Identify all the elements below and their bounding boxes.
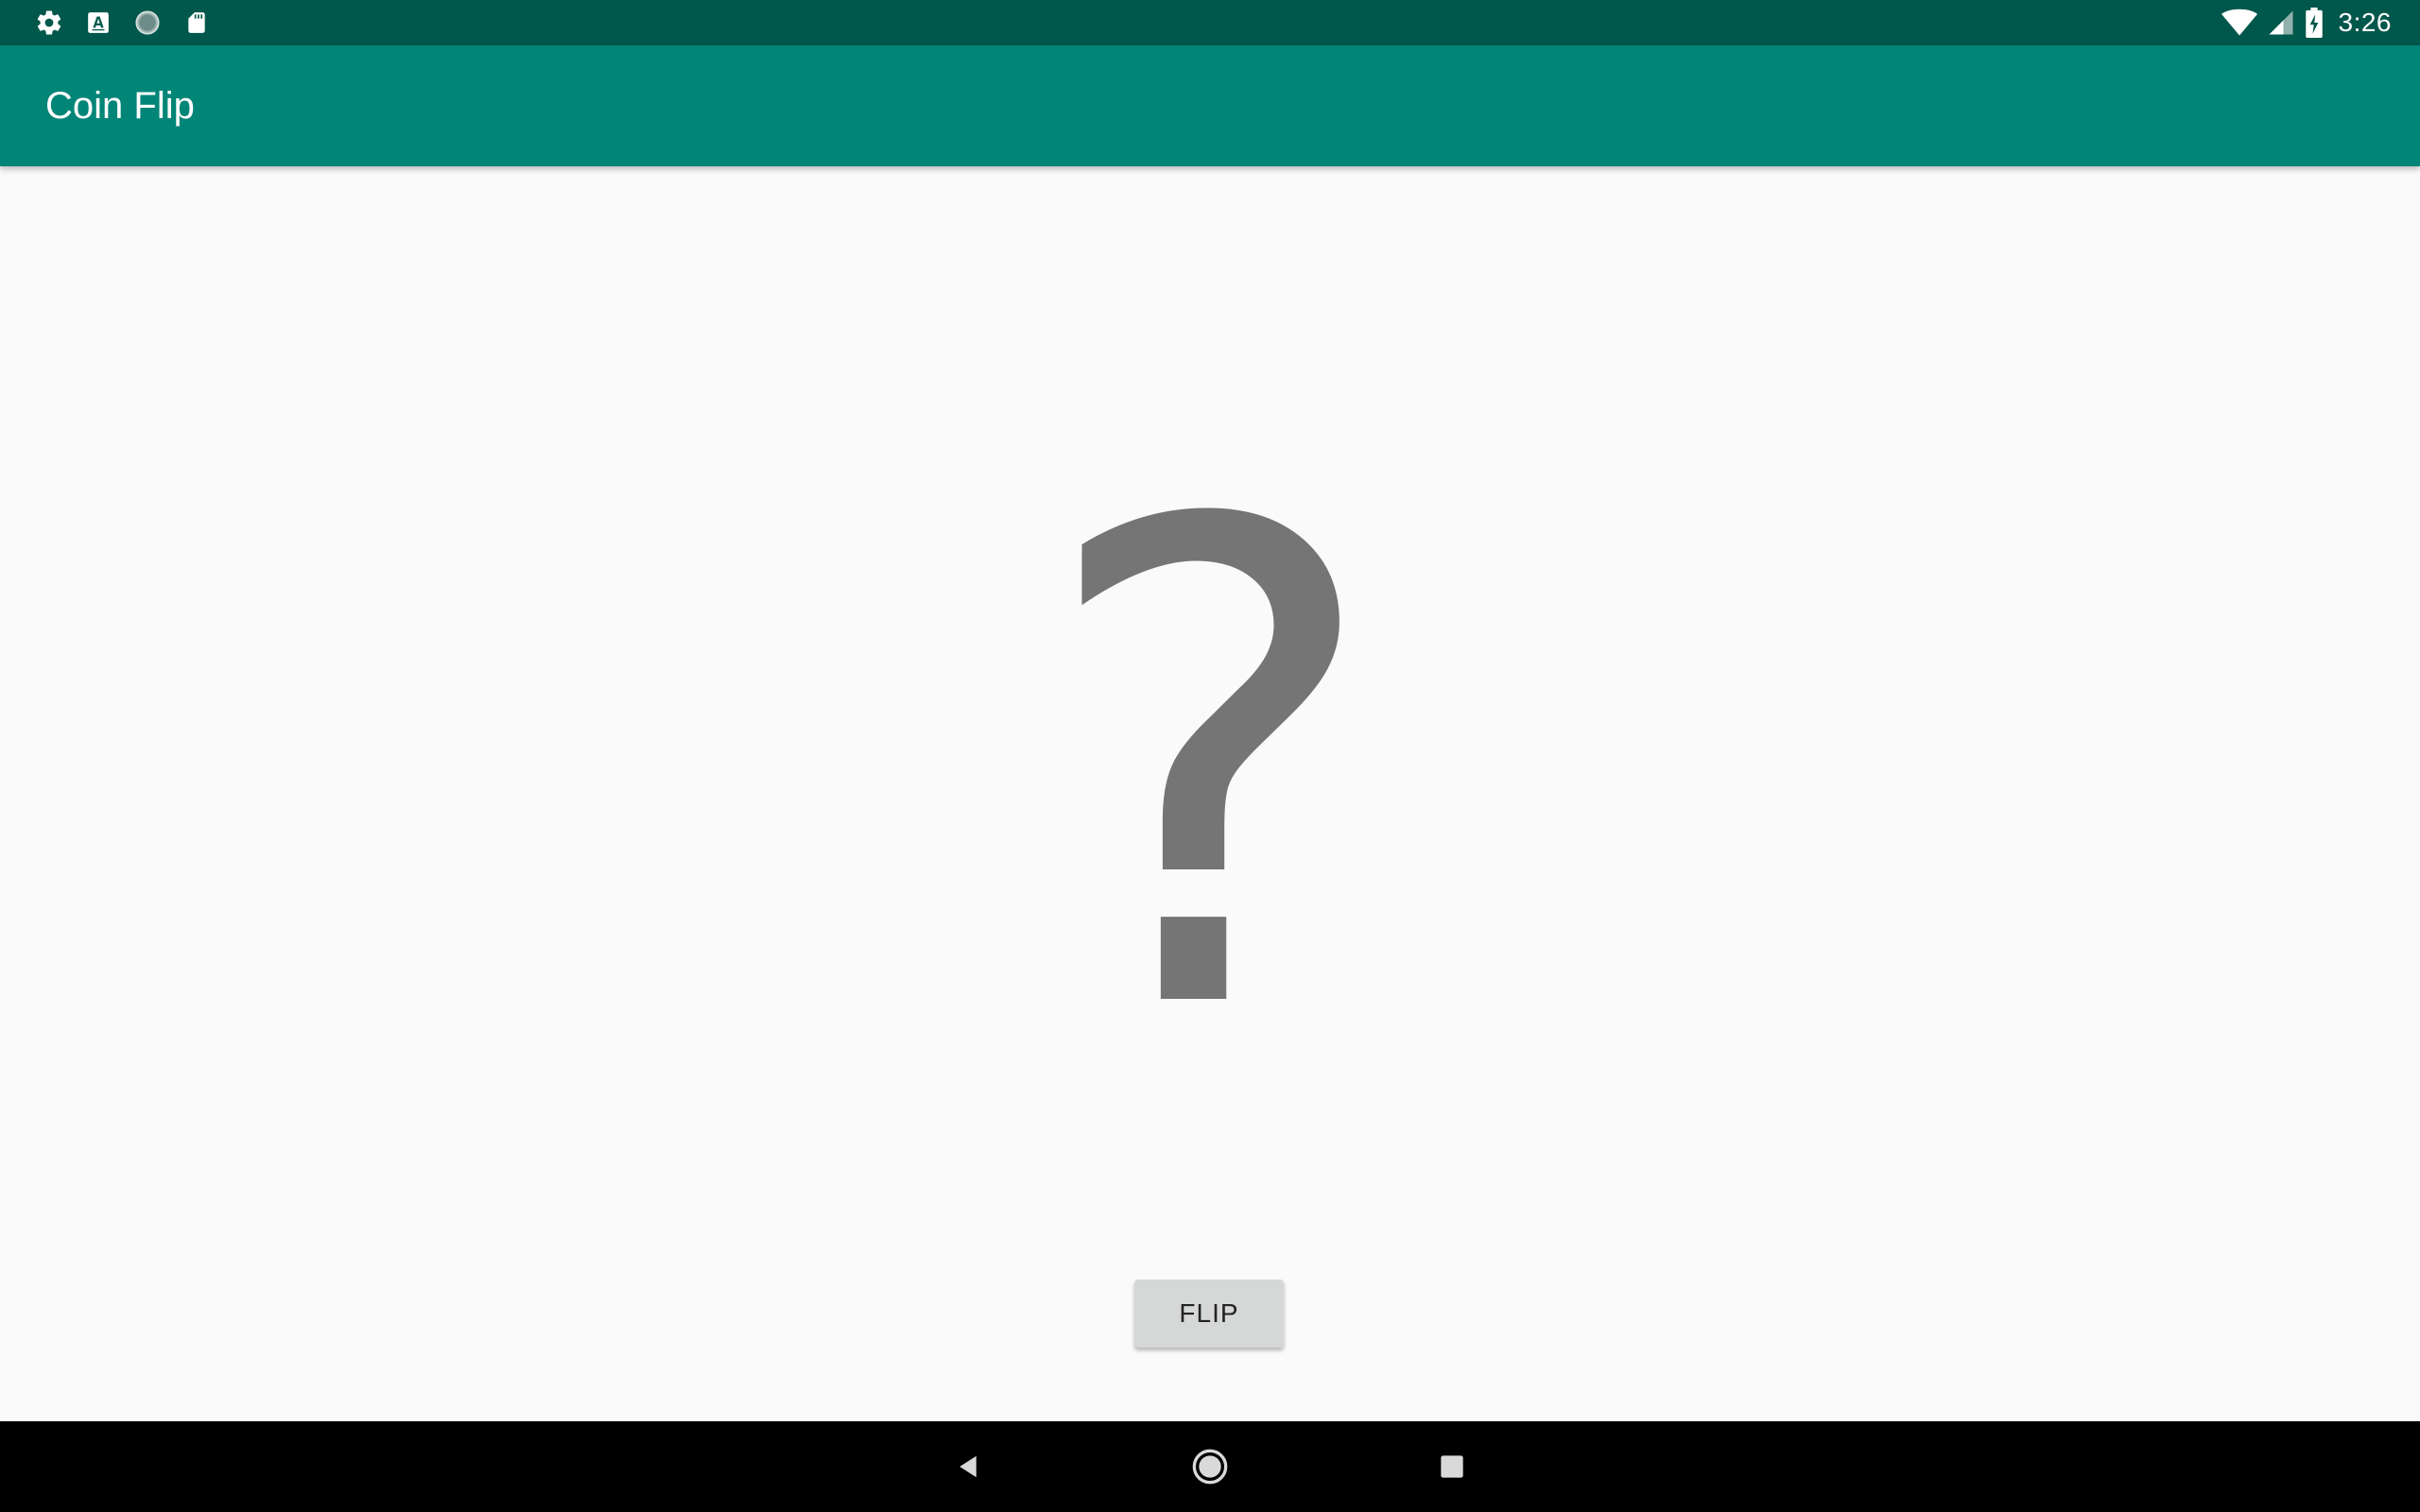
navigation-bar <box>0 1421 2420 1512</box>
home-icon[interactable] <box>1187 1444 1233 1489</box>
app-title: Coin Flip <box>45 85 195 127</box>
status-clock: 3:26 <box>2338 8 2392 37</box>
gear-icon <box>34 8 64 38</box>
status-bar: 3:26 <box>0 0 2420 45</box>
recents-icon[interactable] <box>1429 1444 1475 1489</box>
system-status: 3:26 <box>2221 0 2393 45</box>
main-content: ? FLIP <box>0 166 2420 1421</box>
flip-button[interactable]: FLIP <box>1134 1280 1284 1348</box>
coin-result-symbol: ? <box>1034 386 1386 1156</box>
sd-card-icon <box>182 8 212 38</box>
battery-charging-icon <box>2305 8 2324 38</box>
app-bar: Coin Flip <box>0 45 2420 166</box>
font-a-icon <box>83 8 113 38</box>
back-icon[interactable] <box>945 1444 991 1489</box>
signal-icon <box>2267 8 2295 38</box>
app-screen: 3:26 Coin Flip ? FLIP <box>0 0 2420 1512</box>
sync-circle-icon <box>132 8 163 38</box>
notification-icons <box>34 0 212 45</box>
wifi-icon <box>2221 8 2257 38</box>
